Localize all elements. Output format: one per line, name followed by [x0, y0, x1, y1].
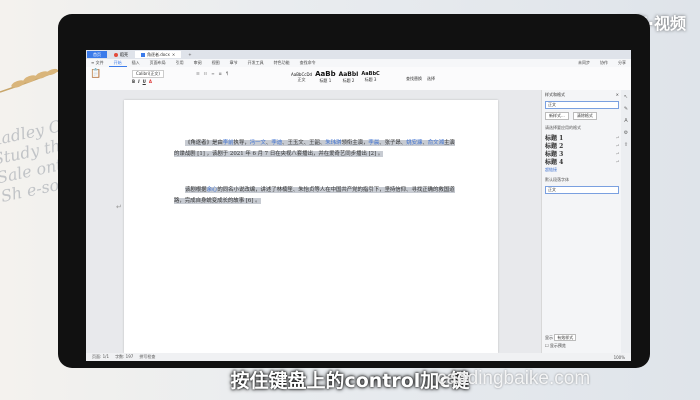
style-normal[interactable]: AaBbCcDd 正文	[291, 72, 312, 83]
menu-item-layout[interactable]: 页面布局	[145, 60, 171, 66]
text-run: 《角逐者》是由	[185, 140, 223, 146]
tab-home[interactable]: 首页	[87, 51, 107, 58]
style-heading-1[interactable]: AaBb 标题 1	[315, 70, 336, 84]
share-button[interactable]: 分享	[613, 60, 631, 66]
menu-item-insert[interactable]: 插入	[127, 60, 145, 66]
style-heading-2[interactable]: AaBbI 标题 2	[339, 71, 359, 84]
tab-document[interactable]: 角逐者.docx ×	[135, 51, 182, 58]
text-run: 执导，	[233, 140, 250, 146]
current-style-field[interactable]: 正文	[545, 101, 619, 109]
menu-item-features[interactable]: 特色功能	[269, 60, 295, 66]
bullet-list-icon[interactable]: ☰	[196, 71, 200, 76]
video-subtitle: 按住键盘上的control加c键	[230, 370, 470, 392]
right-tool-strip: ↖ ✎ A ⚙ ⇪	[621, 90, 631, 357]
paste-button[interactable]: 📋	[90, 69, 101, 79]
clear-format-button[interactable]: 清除格式	[572, 112, 597, 120]
align-left-icon[interactable]: ≡	[211, 71, 214, 76]
text-run: 领衔主演，	[341, 140, 369, 146]
person-link[interactable]: 俞文湘	[427, 140, 444, 146]
numbered-list-icon[interactable]: ☷	[204, 71, 208, 76]
style-item-hyperlink[interactable]: 超链接	[542, 165, 622, 175]
paragraph-1[interactable]: 《角逐者》是由李前执导，冯一文 、 李迪、王玉文、王韶、朱玮琪领衔主演，李晨、张子昂…	[174, 138, 459, 160]
tab-bar: 首页 稻壳 角逐者.docx × +	[86, 50, 631, 59]
underline-button[interactable]: U	[143, 79, 146, 84]
person-link[interactable]: 李前	[222, 140, 234, 146]
docer-icon	[114, 52, 118, 57]
person-link[interactable]: 冯一文	[249, 140, 266, 146]
wps-window: 首页 稻壳 角逐者.docx × + ≡ 文件 开始 插入 页面布局 引用 审阅 …	[86, 50, 631, 361]
style-gallery: AaBbCcDd 正文 AaBb 标题 1 AaBbI 标题 2 AaBbC 标题 3	[291, 70, 383, 84]
menu-item-home[interactable]: 开始	[108, 60, 127, 67]
zoom-level[interactable]: 100%	[614, 355, 625, 360]
text-run: 、王玉文、王韶、	[282, 140, 326, 146]
paragraph-tools: ☰ ☷ ≡ ≣ ¶	[196, 71, 228, 76]
close-icon[interactable]: ×	[172, 52, 175, 57]
sync-status[interactable]: 未同步	[573, 60, 595, 66]
menu-bar: ≡ 文件 开始 插入 页面布局 引用 审阅 视图 章节 开发工具 特色功能 查找…	[86, 59, 631, 67]
panel-close-icon[interactable]: ×	[616, 92, 619, 98]
paragraph-marker-icon: ↵	[116, 203, 122, 211]
page-count: 页面: 1/1	[92, 354, 110, 359]
text-run: 的同名小说改编，讲述了林楠笙、朱怡贞等人在中国共产党的指引下，坚持信仰、寻找正确…	[174, 187, 455, 204]
new-tab-button[interactable]: +	[182, 51, 197, 58]
person-link[interactable]: 朱玮琪	[325, 140, 342, 146]
style-item-heading-4[interactable]: 标题 4 ↵	[545, 157, 619, 166]
document-area: 《角逐者》是由李前执导，冯一文 、 李迪、王玉文、王韶、朱玮琪领衔主演，李晨、张子昂…	[86, 90, 541, 353]
preview-label: 显示预览	[549, 343, 566, 348]
display-select[interactable]: 有效样式	[554, 334, 577, 341]
menu-item-view[interactable]: 视图	[207, 60, 225, 66]
styles-panel-footer: 显示 有效样式 ☐ 显示预览	[545, 334, 577, 349]
bold-button[interactable]: B	[132, 79, 135, 84]
font-name-select[interactable]: Calibri(正文)	[132, 70, 164, 78]
find-replace-button[interactable]: 查找替换	[406, 76, 422, 82]
spell-check[interactable]: 拼写检查	[139, 354, 155, 360]
menu-file-icon[interactable]: ≡ 文件	[86, 60, 109, 66]
style-item-normal[interactable]: 正文	[545, 186, 619, 194]
select-button[interactable]: 选择	[427, 76, 435, 82]
font-color-button[interactable]: A	[149, 79, 152, 84]
collaborate-button[interactable]: 协作	[595, 60, 613, 66]
menu-item-search-command[interactable]: 查找命令	[295, 60, 321, 66]
edit-tool-icon[interactable]: ✎	[624, 106, 628, 112]
styles-panel-title: 样式和格式	[545, 92, 565, 97]
preview-checkbox[interactable]: ☐	[545, 343, 549, 348]
tab-docer[interactable]: 稻壳	[108, 51, 134, 58]
text-run: 、张子昂、	[379, 140, 407, 146]
styles-panel: 样式和格式 × 正文 新样式... 清除格式 请选择要应用的格式 标题 1 ↵ 标…	[541, 90, 622, 353]
settings-icon[interactable]: ⚙	[624, 130, 628, 136]
text-run: 、	[422, 140, 428, 146]
document-page[interactable]: 《角逐者》是由李前执导，冯一文 、 李迪、王玉文、王韶、朱玮琪领衔主演，李晨、张子昂…	[124, 100, 498, 353]
menu-item-section[interactable]: 章节	[225, 60, 243, 66]
display-label: 显示	[545, 335, 553, 340]
new-style-button[interactable]: 新样式...	[545, 112, 569, 120]
text-run: 该剧根据	[185, 187, 207, 193]
share-icon[interactable]: ⇪	[624, 142, 628, 148]
ribbon-toolbar: 📋 Calibri(正文) B I U A ☰ ☷ ≡ ≣ ¶ AaBbCcDd…	[86, 67, 631, 91]
menu-item-references[interactable]: 引用	[171, 60, 189, 66]
align-center-icon[interactable]: ≣	[219, 71, 222, 76]
menu-item-developer[interactable]: 开发工具	[243, 60, 269, 66]
style-tool-icon[interactable]: A	[624, 118, 627, 124]
style-item-default-font[interactable]: 默认段落字体	[542, 175, 622, 185]
site-watermark: caodingbaike.com	[437, 368, 591, 389]
style-heading-3[interactable]: AaBbC 标题 3	[361, 71, 379, 83]
person-link[interactable]: 李晨	[368, 140, 380, 146]
menu-item-review[interactable]: 审阅	[189, 60, 207, 66]
wheat-decoration	[0, 68, 61, 93]
paste-icon: 📋	[90, 69, 102, 79]
person-link[interactable]: 余心	[206, 187, 218, 193]
word-count[interactable]: 字数: 197	[115, 354, 133, 360]
status-bar: 页面: 1/1 字数: 197 拼写检查 100%	[86, 353, 631, 361]
person-link[interactable]: 李迪	[271, 140, 283, 146]
document-icon	[141, 52, 145, 57]
choose-format-label: 请选择要应用的格式	[545, 125, 581, 130]
monitor: 首页 稻壳 角逐者.docx × + ≡ 文件 开始 插入 页面布局 引用 审阅 …	[58, 14, 650, 368]
person-link[interactable]: 姚安濂	[406, 140, 423, 146]
italic-button[interactable]: I	[138, 79, 140, 84]
paragraph-2[interactable]: 该剧根据余心的同名小说改编，讲述了林楠笙、朱怡贞等人在中国共产党的指引下，坚持信…	[174, 185, 459, 207]
show-marks-icon[interactable]: ¶	[226, 71, 229, 76]
cursor-tool-icon[interactable]: ↖	[624, 94, 628, 100]
